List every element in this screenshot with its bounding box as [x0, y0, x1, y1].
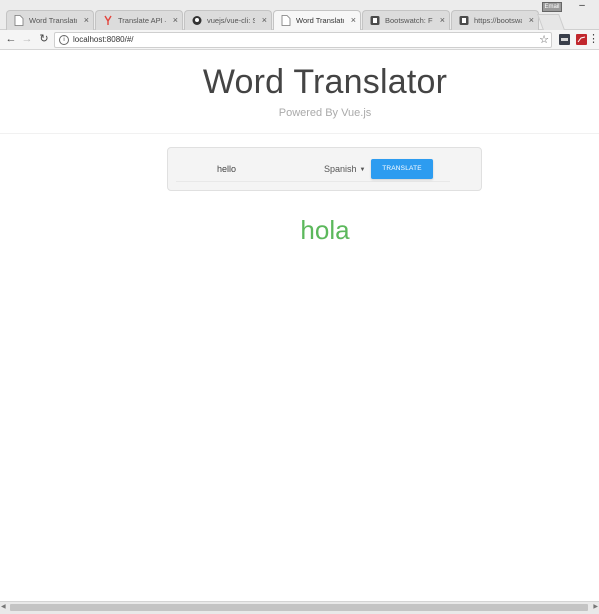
- github-icon: [192, 16, 202, 25]
- scrollbar-thumb[interactable]: [10, 604, 588, 611]
- horizontal-scrollbar[interactable]: ◀ ▶: [0, 601, 599, 614]
- tab-label: Word Translator: [296, 16, 344, 25]
- tab-label: https://bootswatch: [474, 16, 522, 25]
- address-bar[interactable]: i localhost:8080/#/ ☆: [54, 32, 552, 48]
- translation-result: hola: [300, 215, 350, 245]
- minimize-button[interactable]: –: [575, 1, 589, 13]
- bookmark-star-icon[interactable]: ☆: [539, 33, 549, 47]
- tab-label: Word Translator: [29, 16, 77, 25]
- tab-bootswatch-url[interactable]: https://bootswatch ×: [451, 10, 539, 30]
- close-icon[interactable]: ×: [173, 11, 178, 30]
- info-icon[interactable]: i: [59, 35, 69, 45]
- reload-icon[interactable]: ↻: [37, 32, 51, 46]
- back-icon[interactable]: ←: [4, 32, 18, 46]
- translate-button[interactable]: TRANSLATE: [371, 159, 433, 179]
- close-icon[interactable]: ×: [262, 11, 267, 30]
- tab-bootswatch[interactable]: Bootswatch: Free ×: [362, 10, 450, 30]
- menu-icon[interactable]: ⋮: [588, 32, 599, 46]
- page-icon: [281, 15, 291, 26]
- close-icon[interactable]: ×: [529, 11, 534, 30]
- page-title: Word Translator: [202, 63, 448, 101]
- browser-window: Word Translator × Translate API — Y × vu…: [0, 0, 599, 614]
- bootswatch-icon: [459, 16, 469, 25]
- page-content: Word Translator Powered By Vue.js Spanis…: [0, 51, 599, 601]
- tab-strip: Word Translator × Translate API — Y × vu…: [0, 0, 599, 30]
- scroll-right-icon[interactable]: ▶: [593, 603, 598, 610]
- tab-label: Translate API — Y: [118, 16, 166, 25]
- pdf-extension-icon[interactable]: [576, 34, 587, 45]
- divider: [0, 133, 599, 134]
- url-text[interactable]: localhost:8080/#/: [73, 34, 134, 46]
- page-icon: [14, 15, 24, 26]
- extension-icon[interactable]: [559, 34, 570, 45]
- tab-label: Bootswatch: Free: [385, 16, 433, 25]
- browser-toolbar: ← → ↻ i localhost:8080/#/ ☆ ⋮: [0, 30, 599, 50]
- close-icon[interactable]: ×: [84, 11, 89, 30]
- language-selected: Spanish: [324, 164, 357, 174]
- tab-word-translator-1[interactable]: Word Translator ×: [6, 10, 94, 30]
- scroll-left-icon[interactable]: ◀: [1, 603, 6, 610]
- user-badge[interactable]: Email: [542, 2, 562, 12]
- close-icon[interactable]: ×: [440, 11, 445, 30]
- bootswatch-icon: [370, 16, 380, 25]
- new-tab-button[interactable]: [537, 14, 565, 30]
- caret-down-icon: ▼: [359, 167, 366, 173]
- tab-translate-api[interactable]: Translate API — Y ×: [95, 10, 183, 30]
- language-select[interactable]: Spanish ▼: [324, 163, 365, 177]
- close-icon[interactable]: ×: [351, 11, 356, 30]
- page-subtitle: Powered By Vue.js: [278, 107, 372, 119]
- translate-form: Spanish▼ TRANSLATE: [167, 147, 482, 191]
- tab-vue-cli[interactable]: vuejs/vue-cli: Sim ×: [184, 10, 272, 30]
- tab-label: vuejs/vue-cli: Sim: [207, 16, 255, 25]
- yandex-icon: [104, 15, 112, 25]
- forward-icon[interactable]: →: [20, 32, 34, 46]
- tab-word-translator-active[interactable]: Word Translator ×: [273, 10, 361, 30]
